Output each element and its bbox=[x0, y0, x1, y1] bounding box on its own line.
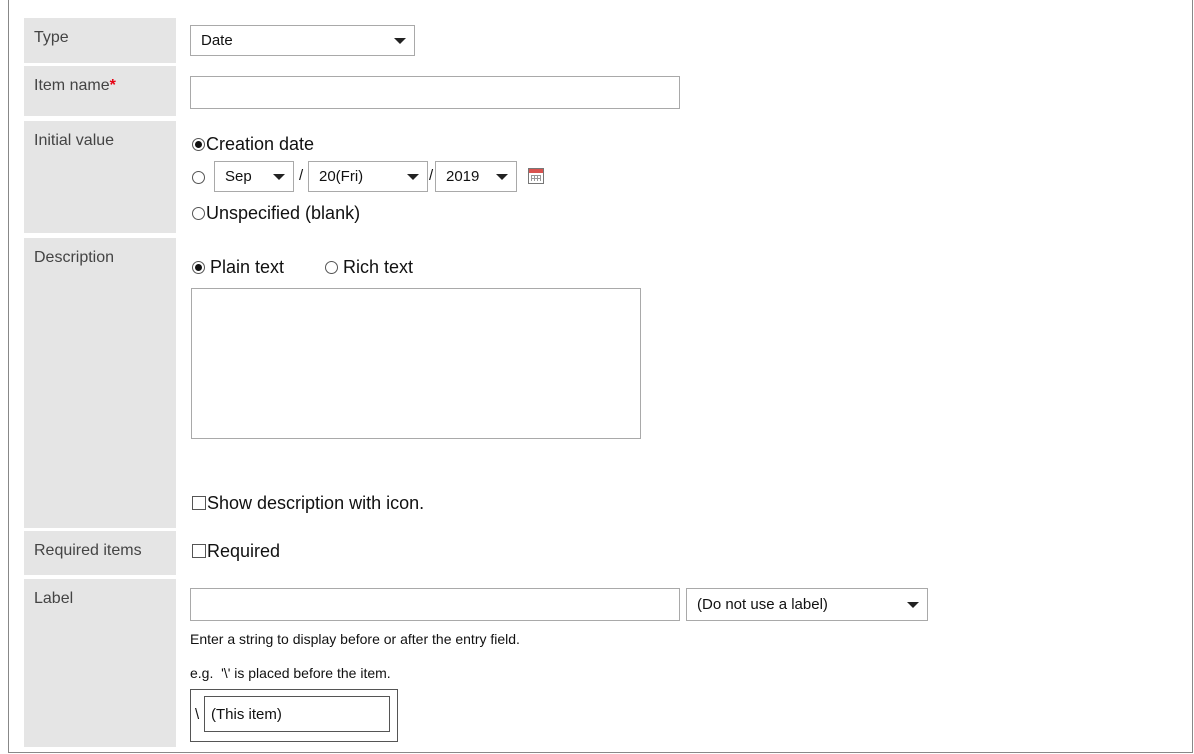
label-position-select[interactable]: (Do not use a label) bbox=[686, 588, 928, 621]
label-help-text-1: Enter a string to display before or afte… bbox=[190, 631, 520, 647]
month-select[interactable]: Sep bbox=[214, 161, 294, 192]
required-option[interactable]: Required bbox=[192, 540, 280, 562]
type-select[interactable]: Date bbox=[190, 25, 415, 56]
label-example-prefix: \ bbox=[195, 706, 200, 723]
description-textarea[interactable] bbox=[191, 288, 641, 439]
radio-rich-text-option[interactable]: Rich text bbox=[325, 256, 413, 278]
radio-specific-date[interactable] bbox=[192, 171, 205, 185]
label-position-value: (Do not use a label) bbox=[697, 596, 828, 613]
label-label: Label bbox=[24, 579, 176, 747]
label-item-name-text: Item name bbox=[34, 77, 110, 94]
day-select-value: 20(Fri) bbox=[319, 168, 364, 185]
date-separator: / bbox=[429, 167, 434, 184]
label-required-items: Required items bbox=[24, 531, 176, 575]
label-item-name: Item name* bbox=[24, 66, 176, 116]
label-initial-value: Initial value bbox=[24, 121, 176, 233]
calendar-icon[interactable] bbox=[528, 168, 544, 184]
year-select[interactable]: 2019 bbox=[435, 161, 517, 192]
radio-creation-date-label: Creation date bbox=[206, 133, 315, 154]
chevron-down-icon bbox=[907, 601, 919, 608]
row-required-items: Required items Required bbox=[24, 531, 1170, 575]
show-icon-checkbox[interactable] bbox=[192, 496, 206, 510]
chevron-down-icon bbox=[496, 173, 508, 180]
show-icon-label: Show description with icon. bbox=[207, 492, 425, 513]
label-example-box: \ (This item) bbox=[190, 689, 398, 742]
label-help-text-2: e.g. '\' is placed before the item. bbox=[190, 665, 391, 681]
chevron-down-icon bbox=[394, 37, 406, 44]
radio-rich-text-label: Rich text bbox=[343, 256, 414, 277]
radio-plain-text-label: Plain text bbox=[210, 256, 285, 277]
radio-rich-text[interactable] bbox=[325, 260, 338, 274]
month-select-value: Sep bbox=[225, 168, 252, 185]
year-select-value: 2019 bbox=[446, 168, 480, 185]
radio-creation-date-option[interactable]: Creation date bbox=[192, 133, 314, 155]
radio-creation-date[interactable] bbox=[192, 137, 205, 151]
item-name-input[interactable] bbox=[190, 76, 680, 109]
radio-unspecified-label: Unspecified (blank) bbox=[206, 202, 361, 223]
radio-plain-text[interactable] bbox=[192, 260, 205, 274]
row-label: Label (Do not use a label) Enter a strin… bbox=[24, 579, 1170, 747]
row-description: Description Plain text Rich text Show de… bbox=[24, 238, 1170, 528]
show-icon-option[interactable]: Show description with icon. bbox=[192, 492, 424, 514]
label-input[interactable] bbox=[190, 588, 680, 621]
label-example-item-text: (This item) bbox=[211, 706, 282, 723]
radio-unspecified[interactable] bbox=[192, 206, 205, 220]
label-description: Description bbox=[24, 238, 176, 528]
label-type: Type bbox=[24, 18, 176, 63]
label-example-item: (This item) bbox=[204, 696, 390, 732]
type-select-value: Date bbox=[201, 32, 233, 49]
date-separator: / bbox=[299, 167, 304, 184]
required-mark: * bbox=[109, 77, 116, 94]
radio-unspecified-option[interactable]: Unspecified (blank) bbox=[192, 202, 360, 224]
row-type: Type Date bbox=[24, 18, 1170, 63]
chevron-down-icon bbox=[407, 173, 419, 180]
radio-plain-text-option[interactable]: Plain text bbox=[192, 256, 284, 278]
row-item-name: Item name* bbox=[24, 66, 1170, 116]
required-checkbox-label: Required bbox=[207, 540, 281, 561]
chevron-down-icon bbox=[273, 173, 285, 180]
row-initial-value: Initial value Creation date Sep / 20(Fri… bbox=[24, 121, 1170, 233]
required-checkbox[interactable] bbox=[192, 544, 206, 558]
day-select[interactable]: 20(Fri) bbox=[308, 161, 428, 192]
